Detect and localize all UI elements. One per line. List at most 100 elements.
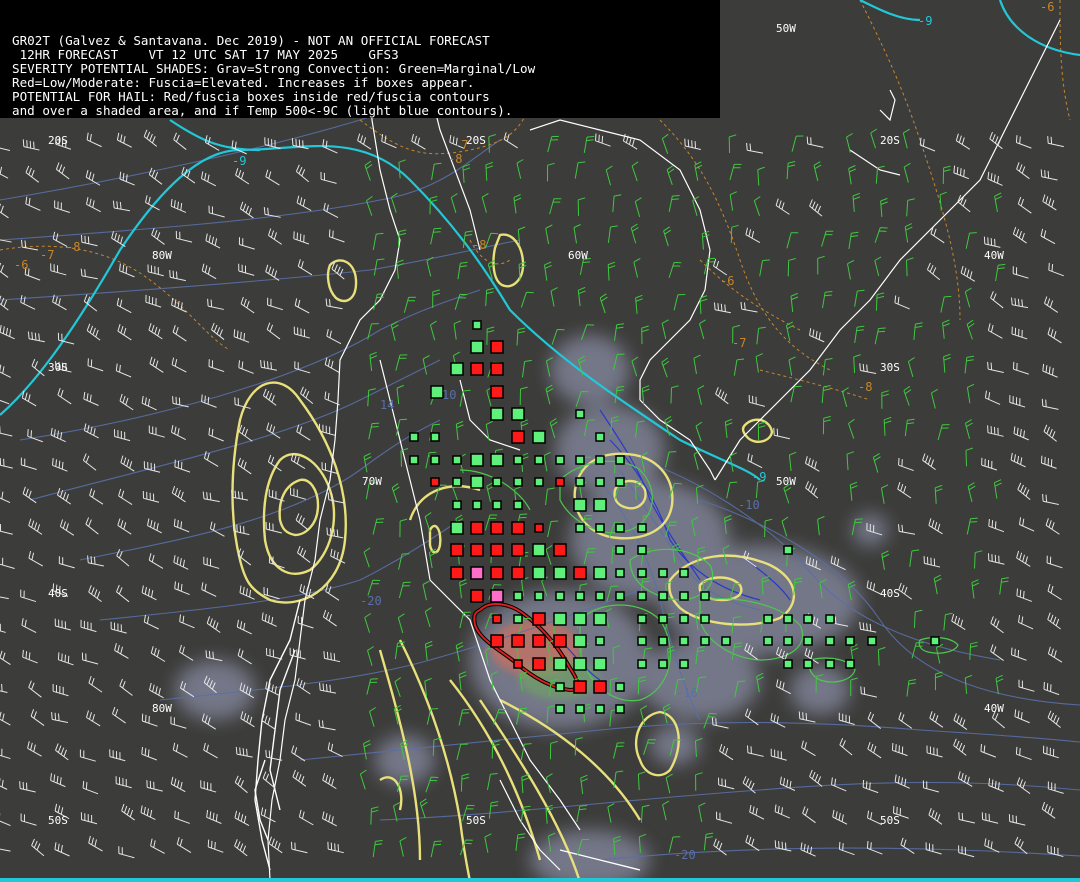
severity-box — [575, 409, 585, 419]
wind-barb — [55, 162, 70, 180]
wind-barb — [172, 325, 187, 342]
wind-barb — [821, 385, 831, 403]
wind-barb — [670, 385, 679, 404]
wind-barb — [775, 198, 790, 215]
wind-barb — [54, 618, 71, 631]
wind-barb — [238, 263, 255, 276]
wind-barb — [261, 713, 276, 730]
wind-barb — [260, 807, 276, 823]
wind-barb — [51, 712, 68, 724]
severity-box — [470, 543, 484, 557]
wind-barb — [747, 453, 763, 469]
lon-label: 80W — [152, 249, 172, 262]
wind-barb — [786, 161, 796, 180]
wind-barb — [770, 713, 786, 728]
lat-label: 50S — [466, 814, 486, 827]
wind-barb — [822, 358, 833, 376]
wind-barb — [926, 262, 941, 281]
severity-box — [615, 477, 625, 487]
wind-barb — [237, 457, 252, 475]
severity-box — [511, 521, 525, 535]
wind-barb — [902, 128, 910, 149]
wind-barb — [516, 327, 526, 346]
wind-barb — [201, 582, 217, 597]
wind-barb — [547, 135, 559, 153]
wind-barb — [995, 263, 1006, 282]
wind-barb — [368, 422, 380, 440]
temp-label: -8 — [448, 152, 463, 166]
wind-barb — [694, 161, 703, 181]
severity-box — [490, 385, 504, 399]
temp-label: -6 — [720, 274, 735, 288]
severity-box — [532, 543, 546, 557]
wind-barb — [898, 712, 913, 729]
severity-box — [930, 636, 940, 646]
lon-label: 50W — [776, 22, 796, 35]
wind-barb — [323, 202, 339, 219]
wind-barb — [755, 353, 764, 373]
wind-barb — [1014, 709, 1030, 724]
wind-barb — [989, 131, 1003, 150]
wind-barb — [971, 579, 980, 599]
wind-barb — [459, 389, 471, 407]
temp-label: -7 — [732, 336, 747, 350]
wind-barb — [294, 298, 310, 314]
wind-barb — [848, 418, 855, 439]
wind-barb — [119, 171, 135, 186]
blue-contour-label: -20 — [360, 594, 382, 608]
wind-barb — [331, 262, 345, 280]
wind-barb — [0, 683, 8, 693]
wind-barb — [1042, 194, 1057, 211]
severity-box — [679, 568, 689, 578]
wind-barb — [170, 716, 187, 729]
severity-box — [763, 614, 773, 624]
wind-barb — [966, 319, 975, 340]
wind-barb — [395, 354, 408, 371]
wind-barb — [987, 425, 1004, 437]
wind-barb — [322, 811, 337, 827]
wind-barb — [930, 388, 938, 409]
wind-barb — [883, 416, 892, 436]
wind-barb — [983, 236, 1001, 248]
severity-box — [783, 614, 793, 624]
wind-barb — [641, 385, 650, 405]
severity-box — [825, 636, 835, 646]
wind-barb — [403, 296, 416, 313]
wind-barb — [757, 421, 766, 441]
wind-barb — [394, 677, 402, 697]
wind-barb — [635, 294, 643, 314]
temp-label: -7 — [40, 248, 55, 262]
wind-barb — [295, 712, 312, 726]
wind-barb — [1017, 482, 1031, 501]
t500-label: -9 — [752, 470, 767, 484]
wind-barb — [28, 680, 42, 698]
wind-barb — [373, 293, 385, 310]
wind-barb — [484, 833, 492, 853]
wind-barb — [86, 323, 101, 341]
wind-barb — [453, 320, 461, 340]
wind-barb — [50, 773, 66, 788]
severity-box — [534, 591, 544, 601]
wind-barb — [993, 479, 1002, 499]
wind-barb — [141, 585, 157, 601]
wind-barb — [746, 142, 764, 154]
wind-barb — [367, 388, 376, 407]
wind-barb — [1011, 647, 1027, 661]
wind-barb — [904, 223, 913, 243]
wind-barb — [396, 384, 404, 405]
severity-box — [430, 455, 440, 465]
wind-barb — [28, 550, 44, 567]
wind-barb — [943, 612, 953, 631]
wind-barb — [240, 296, 255, 314]
wind-barb — [203, 742, 218, 759]
temp-label: -7 — [454, 138, 469, 152]
wind-barb — [426, 256, 434, 277]
severity-box — [595, 704, 605, 714]
wind-barb — [238, 237, 255, 250]
lon-label: 70W — [362, 475, 382, 488]
wind-barb — [266, 647, 283, 660]
wind-barb — [109, 749, 126, 762]
severity-box — [513, 614, 523, 624]
wind-barb — [431, 162, 442, 180]
wind-barb — [839, 738, 853, 756]
